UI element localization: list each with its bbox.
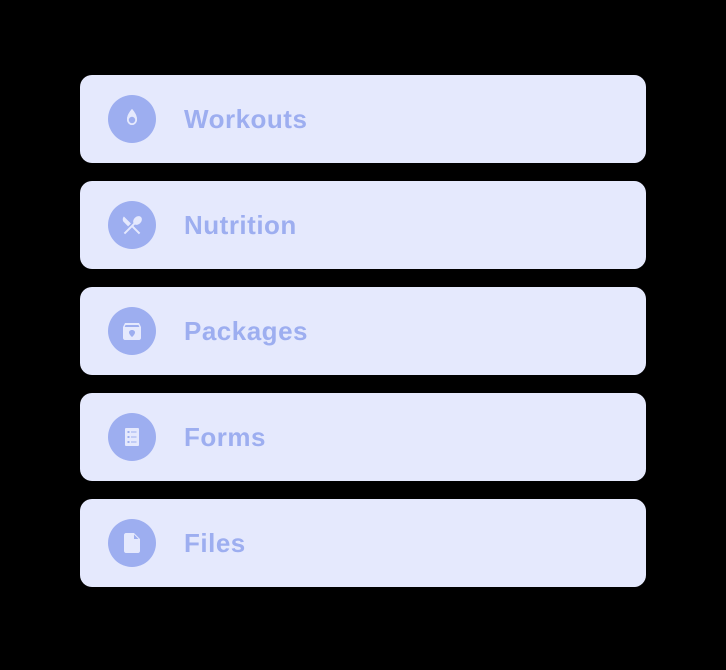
file-icon [108,519,156,567]
menu-item-files[interactable]: Files [80,499,646,587]
menu-item-label: Files [184,528,246,559]
menu-item-workouts[interactable]: Workouts [80,75,646,163]
fire-icon [108,95,156,143]
menu-item-packages[interactable]: Packages [80,287,646,375]
menu-item-label: Nutrition [184,210,297,241]
menu-item-forms[interactable]: Forms [80,393,646,481]
menu-item-label: Packages [184,316,308,347]
form-icon [108,413,156,461]
package-icon [108,307,156,355]
menu-item-label: Workouts [184,104,307,135]
menu-item-label: Forms [184,422,266,453]
menu-list: Workouts Nutrition Packages Forms Files [80,75,646,587]
utensils-icon [108,201,156,249]
menu-item-nutrition[interactable]: Nutrition [80,181,646,269]
